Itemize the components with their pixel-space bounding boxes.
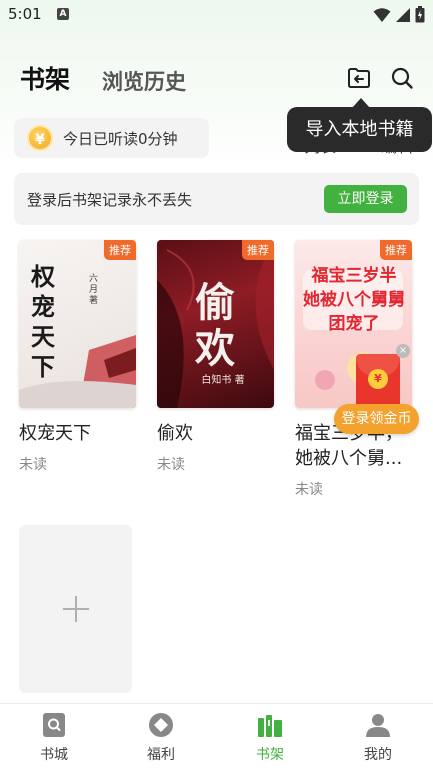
book-cover[interactable]: 权宠天下 六月 著 推荐 bbox=[19, 240, 136, 408]
nav-label: 书架 bbox=[256, 747, 284, 763]
login-banner-text: 登录后书架记录永不丢失 bbox=[27, 191, 193, 209]
search-button[interactable] bbox=[388, 64, 416, 92]
status-icons bbox=[373, 6, 425, 23]
plus-icon-vertical bbox=[75, 596, 77, 622]
cover-author: 白知书 著 bbox=[201, 375, 245, 386]
wifi-icon bbox=[373, 7, 391, 22]
login-coin-label[interactable]: 登录领金币 bbox=[334, 404, 419, 434]
bookstore-icon bbox=[41, 712, 67, 738]
bottom-nav: 书城 福利 书架 我的 bbox=[0, 703, 433, 771]
status-bar: 5:01 A bbox=[0, 0, 433, 30]
bookshelf-icon bbox=[257, 712, 283, 738]
nav-label: 我的 bbox=[364, 747, 392, 763]
battery-icon bbox=[415, 6, 425, 23]
coin-icon: ¥ bbox=[368, 369, 388, 389]
tab-bookshelf[interactable]: 书架 bbox=[20, 60, 70, 96]
close-icon[interactable]: × bbox=[396, 344, 410, 358]
book-card[interactable]: 偷欢 白知书 著 推荐 偷欢 未读 bbox=[157, 240, 274, 474]
nav-bookshelf[interactable]: 书架 bbox=[230, 712, 310, 764]
tab-browse-history[interactable]: 浏览历史 bbox=[102, 66, 186, 96]
nav-label: 福利 bbox=[147, 747, 175, 763]
import-file-icon bbox=[348, 68, 370, 88]
profile-icon bbox=[365, 712, 391, 738]
import-button[interactable] bbox=[345, 64, 373, 92]
listen-time-pill[interactable]: ¥ 今日已听读0分钟 bbox=[14, 118, 209, 158]
status-time: 5:01 bbox=[8, 5, 42, 23]
nav-label: 书城 bbox=[40, 747, 68, 763]
book-title[interactable]: 权宠天下 bbox=[19, 421, 136, 446]
search-icon bbox=[391, 67, 413, 89]
status-notification-icon: A bbox=[57, 8, 69, 20]
login-now-button[interactable]: 立即登录 bbox=[324, 185, 407, 213]
coin-icon: ¥ bbox=[27, 125, 53, 151]
nav-profile[interactable]: 我的 bbox=[338, 712, 418, 764]
book-read-status: 未读 bbox=[295, 482, 323, 498]
cover-title: 权宠天下 bbox=[31, 262, 55, 381]
book-cover[interactable]: 偷欢 白知书 著 推荐 bbox=[157, 240, 274, 408]
add-book-button[interactable] bbox=[19, 525, 132, 693]
cover-title: 偷欢 bbox=[195, 279, 235, 372]
recommend-tag: 推荐 bbox=[242, 240, 274, 260]
cover-author: 六月 著 bbox=[89, 274, 99, 306]
book-card[interactable]: 权宠天下 六月 著 推荐 权宠天下 未读 bbox=[19, 240, 136, 474]
book-title[interactable]: 偷欢 bbox=[157, 421, 274, 446]
nav-bookstore[interactable]: 书城 bbox=[14, 712, 94, 764]
listen-time-text: 今日已听读0分钟 bbox=[63, 129, 178, 148]
recommend-tag: 推荐 bbox=[380, 240, 412, 260]
welfare-icon bbox=[148, 712, 174, 738]
book-read-status: 未读 bbox=[19, 457, 47, 473]
nav-welfare[interactable]: 福利 bbox=[121, 712, 201, 764]
book-read-status: 未读 bbox=[157, 457, 185, 473]
login-coin-redpacket[interactable]: ¥ × 登录领金币 bbox=[334, 342, 419, 437]
header: 书架 浏览历史 bbox=[0, 58, 433, 102]
login-banner: 登录后书架记录永不丢失 立即登录 bbox=[14, 173, 419, 225]
signal-icon bbox=[396, 7, 410, 22]
cover-title: 福宝三岁半 她被八个舅舅团宠了 bbox=[303, 266, 405, 334]
import-tooltip[interactable]: 导入本地书籍 bbox=[287, 107, 432, 152]
recommend-tag: 推荐 bbox=[104, 240, 136, 260]
